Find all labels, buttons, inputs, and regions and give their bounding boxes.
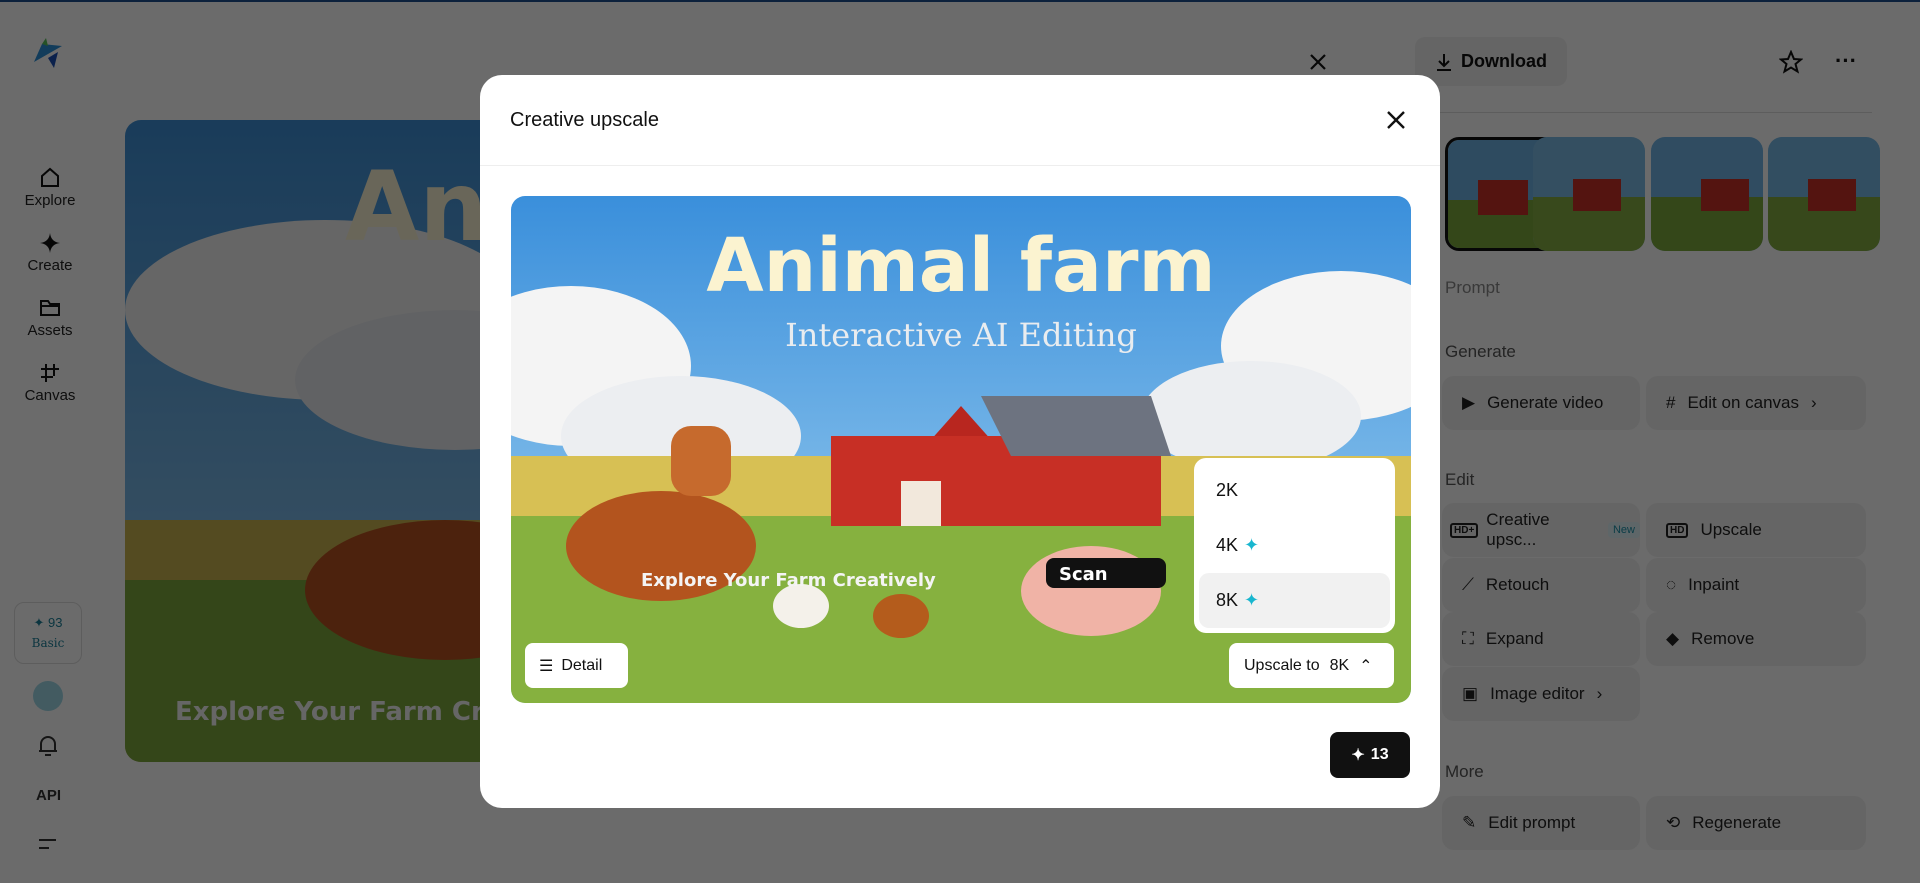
generate-video-button[interactable]: ▶ Generate video [1442,376,1640,430]
sidebar-item-create[interactable]: Create [14,231,86,274]
prompt-label: Prompt [1445,278,1500,297]
button-label: Generate video [1487,393,1604,412]
star-icon[interactable] [1779,50,1803,74]
upscale-value: 8K [1329,656,1350,674]
download-icon [1437,53,1451,71]
close-icon[interactable] [1386,110,1406,130]
option-label: 2K [1216,480,1239,500]
regenerate-button[interactable]: ⟲ Regenerate [1646,796,1866,850]
sidebar-item-label: Explore [24,192,76,209]
expand-icon: ⛶ [1462,629,1474,648]
hd-plus-icon: HD+ [1450,522,1479,538]
more-section-label: More [1445,762,1484,781]
button-label: Creative upsc... [1486,510,1550,549]
edit-prompt-button[interactable]: ✎ Edit prompt [1442,796,1640,850]
resolution-dropdown: 2K 4K ✦ 8K ✦ [1194,458,1395,633]
button-label: Inpaint [1688,575,1740,594]
button-label: Regenerate [1692,813,1782,832]
top-border [0,0,1920,2]
option-4k[interactable]: 4K ✦ [1199,518,1390,573]
inpaint-icon: ◌ [1666,575,1677,594]
refresh-icon: ⟲ [1666,813,1681,832]
sidebar-item-explore[interactable]: Explore [14,166,86,209]
edit-on-canvas-button[interactable]: # Edit on canvas › [1646,376,1866,430]
download-label: Download [1461,51,1547,71]
more-options-icon[interactable]: ··· [1835,48,1857,74]
plan-label: Basic [31,636,65,650]
generate-section-label: Generate [1445,342,1516,361]
new-badge: New [1607,522,1640,538]
hd-icon: HD [1666,522,1689,538]
creative-upscale-button[interactable]: HD+ Creative upsc... New [1442,503,1640,557]
avatar[interactable] [33,681,63,711]
option-label: 8K [1216,590,1239,610]
image-title: Animal farm [706,223,1215,309]
image-editor-button[interactable]: ▣ Image editor › [1442,667,1640,721]
chevron-right-icon: › [1596,684,1603,703]
upscale-label: Upscale to [1244,656,1320,674]
detail-button[interactable]: ☰ Detail [525,643,628,688]
button-label: Image editor [1490,684,1585,703]
button-label: Edit on canvas [1687,393,1799,412]
inpaint-button[interactable]: ◌ Inpaint [1646,558,1866,612]
button-label: Remove [1691,629,1755,648]
button-label: Edit prompt [1488,813,1576,832]
video-icon: ▶ [1462,393,1476,412]
option-label: 4K [1216,535,1239,555]
retouch-button[interactable]: ⟋ Retouch [1442,558,1640,612]
creative-upscale-dialog: Creative upscale Animal farm Interactive… [480,75,1440,808]
edit-icon: ✎ [1462,813,1477,832]
upscale-button[interactable]: HD Upscale [1646,503,1866,557]
image-footer: Explore Your Farm Creatively [641,570,936,591]
thumbnail-4[interactable] [1768,137,1880,251]
folder-icon [40,300,60,316]
image-subtitle: Interactive AI Editing [785,316,1137,354]
divider [480,165,1440,166]
button-label: Expand [1485,629,1544,648]
sparkle-icon: ✦ [1244,535,1260,555]
eraser-icon: ◆ [1666,629,1680,648]
sparkle-icon: ✦ [33,615,49,630]
sidebar-item-label: Assets [27,322,73,339]
magic-wand-icon: ⟋ [1462,575,1474,594]
edit-section-label: Edit [1445,470,1475,489]
sliders-icon: ☰ [539,657,554,675]
menu-icon[interactable] [38,837,58,851]
divider [1420,112,1872,113]
dialog-title: Creative upscale [510,109,659,131]
sparkle-icon: ✦ [1244,590,1260,610]
detail-label: Detail [561,656,603,674]
sparkle-icon: ✦ [1351,747,1365,764]
scan-label: Scan [1059,564,1108,585]
thumbnail-2[interactable] [1533,137,1645,251]
sidebar-item-label: Canvas [24,387,76,404]
app-logo[interactable] [32,36,66,70]
close-viewer-icon[interactable] [1309,53,1327,71]
sidebar-item-assets[interactable]: Assets [14,296,86,339]
start-upscale-button[interactable]: ✦ 13 [1330,732,1410,778]
canvas-icon [41,364,59,382]
image-edit-icon: ▣ [1462,684,1479,703]
expand-button[interactable]: ⛶ Expand [1442,612,1640,666]
sparkle-icon [40,233,60,253]
home-icon [41,167,59,187]
download-button[interactable]: Download [1415,37,1567,86]
button-label: Upscale [1700,520,1762,539]
remove-button[interactable]: ◆ Remove [1646,612,1866,666]
api-link[interactable]: API [36,787,61,804]
chevron-up-icon: ⌃ [1359,657,1373,675]
chevron-right-icon: › [1810,393,1817,412]
sidebar-item-canvas[interactable]: Canvas [14,361,86,404]
credits-count: 93 [48,615,63,630]
thumbnail-3[interactable] [1651,137,1763,251]
bell-icon[interactable] [37,734,59,758]
credits-badge[interactable]: ✦ 93 Basic [14,602,82,664]
button-label: Retouch [1485,575,1550,594]
credit-cost: 13 [1370,746,1389,763]
sidebar-item-label: Create [27,257,73,274]
upscale-resolution-select[interactable]: Upscale to 8K ⌃ [1229,643,1394,688]
option-8k[interactable]: 8K ✦ [1199,573,1390,628]
canvas-icon: # [1666,393,1676,412]
option-2k[interactable]: 2K [1199,463,1390,518]
